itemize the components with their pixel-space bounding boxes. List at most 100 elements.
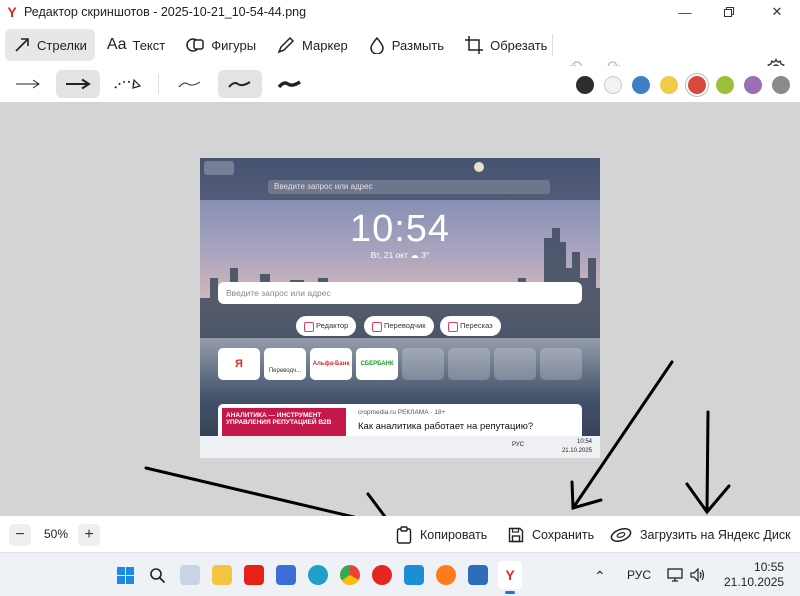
arrow-tool-icon bbox=[15, 38, 29, 52]
system-time: 10:55 bbox=[754, 560, 785, 574]
thick-stroke-icon[interactable] bbox=[268, 70, 312, 98]
title-bar: Y Редактор скриншотов - 2025-10-21_10-54… bbox=[0, 0, 800, 24]
search-icon[interactable] bbox=[149, 567, 166, 584]
upload-yandex-disk-button[interactable]: Загрузить на Яндекс Диск bbox=[610, 525, 791, 545]
tool-blur[interactable]: Размыть bbox=[360, 29, 452, 61]
file-explorer-icon[interactable] bbox=[212, 565, 232, 585]
copy-label: Копировать bbox=[420, 528, 488, 542]
minimize-icon[interactable]: — bbox=[662, 0, 708, 24]
thin-arrow-icon[interactable] bbox=[6, 70, 50, 98]
tool-shapes-label: Фигуры bbox=[211, 37, 257, 53]
store-icon[interactable] bbox=[276, 565, 296, 585]
remote-desktop-icon[interactable] bbox=[468, 565, 488, 585]
zoom-in-button[interactable]: + bbox=[78, 524, 100, 546]
windows-taskbar: Y ⌃ РУС 10:55 21.10.2025 bbox=[0, 552, 800, 596]
thick-arrow-icon[interactable] bbox=[56, 70, 100, 98]
tile-sber: СБЕРБАНК bbox=[356, 348, 398, 380]
color-swatch-blue[interactable] bbox=[632, 76, 650, 94]
copy-button[interactable]: Копировать bbox=[396, 525, 487, 545]
browser-tab-icon bbox=[204, 161, 234, 175]
chip-translator: Переводчик bbox=[364, 316, 434, 336]
color-swatch-gray[interactable] bbox=[772, 76, 790, 94]
tile-empty bbox=[402, 348, 444, 380]
tool-text[interactable]: Aa Текст bbox=[99, 29, 173, 61]
tool-shapes[interactable]: Фигуры bbox=[177, 29, 264, 61]
system-clock[interactable]: 10:55 21.10.2025 bbox=[724, 560, 784, 590]
windows-start-icon[interactable] bbox=[117, 567, 134, 584]
color-swatch-purple[interactable] bbox=[744, 76, 762, 94]
calculator-icon[interactable] bbox=[404, 565, 424, 585]
crop-tool-icon bbox=[465, 36, 484, 54]
news-headline: Как аналитика работает на репутацию? bbox=[358, 421, 534, 432]
browser-address-bar: Введите запрос или адрес bbox=[268, 180, 550, 194]
color-swatch-white[interactable] bbox=[604, 76, 622, 94]
tile-empty bbox=[540, 348, 582, 380]
text-tool-icon: Aa bbox=[106, 36, 127, 53]
tool-blur-label: Размыть bbox=[391, 37, 445, 53]
tile-empty bbox=[494, 348, 536, 380]
inner-taskbar: РУС 10:54 21.10.2025 bbox=[200, 436, 600, 458]
tool-crop-label: Обрезать bbox=[490, 37, 548, 53]
toolbar-divider bbox=[552, 34, 553, 56]
bottom-action-bar: − 50% + Копировать Сохранить Загрузить н… bbox=[0, 516, 800, 552]
news-source: cropmedia.ru РЕКЛАМА · 18+ bbox=[358, 409, 446, 416]
inner-clock-time: 10:54 bbox=[576, 439, 592, 445]
new-tab-clock: 10:54 bbox=[349, 208, 451, 250]
zoom-out-button[interactable]: − bbox=[9, 524, 31, 546]
marker-tool-icon bbox=[277, 36, 295, 54]
tile-yandex: Я bbox=[218, 348, 260, 380]
clipboard-icon bbox=[396, 526, 412, 544]
system-date: 21.10.2025 bbox=[724, 575, 785, 589]
firefox-icon[interactable] bbox=[436, 565, 456, 585]
save-button[interactable]: Сохранить bbox=[508, 525, 594, 545]
profile-avatar bbox=[474, 162, 484, 172]
yandex-browser-icon[interactable] bbox=[372, 565, 392, 585]
color-swatch-green[interactable] bbox=[716, 76, 734, 94]
tool-crop[interactable]: Обрезать bbox=[456, 29, 555, 61]
yandex-logo-icon: Y bbox=[7, 4, 17, 20]
screenshot-image[interactable]: Введите запрос или адрес 10:54 Вт, 21 ок… bbox=[200, 158, 600, 458]
edge-icon[interactable] bbox=[308, 565, 328, 585]
window-title: Редактор скриншотов - 2025-10-21_10-54-4… bbox=[24, 5, 307, 19]
shapes-tool-icon bbox=[186, 38, 204, 52]
tile-alfa: Альфа-Банк bbox=[310, 348, 352, 380]
blur-tool-icon bbox=[370, 36, 384, 54]
inner-clock: 10:54 21.10.2025 bbox=[562, 438, 592, 456]
tile-empty bbox=[448, 348, 490, 380]
save-icon bbox=[508, 527, 524, 543]
active-app-indicator bbox=[505, 591, 515, 594]
tool-options-bar bbox=[0, 66, 800, 102]
youtube-icon[interactable] bbox=[244, 565, 264, 585]
chip-retell: Пересказ bbox=[440, 316, 501, 336]
network-icon[interactable] bbox=[667, 568, 683, 582]
chrome-icon[interactable] bbox=[340, 565, 360, 585]
maximize-icon[interactable] bbox=[706, 0, 752, 24]
screenshot-editor-taskbar-icon[interactable]: Y bbox=[498, 561, 522, 589]
tool-arrows[interactable]: Стрелки bbox=[5, 29, 95, 61]
new-tab-search: Введите запрос или адрес bbox=[218, 282, 582, 304]
dotted-arrow-icon[interactable] bbox=[106, 70, 150, 98]
inner-language: РУС bbox=[512, 442, 525, 448]
chevron-up-icon[interactable]: ⌃ bbox=[594, 568, 606, 585]
color-swatch-red[interactable] bbox=[688, 76, 706, 94]
tile-translator: Переводч... bbox=[264, 348, 306, 380]
volume-icon[interactable] bbox=[690, 568, 706, 582]
language-indicator[interactable]: РУС bbox=[627, 568, 651, 582]
tool-text-label: Текст bbox=[132, 37, 166, 53]
chip-editor: Редактор bbox=[296, 316, 357, 336]
color-swatch-black[interactable] bbox=[576, 76, 594, 94]
close-icon[interactable]: ✕ bbox=[754, 0, 800, 24]
color-swatch-yellow[interactable] bbox=[660, 76, 678, 94]
medium-stroke-icon[interactable] bbox=[218, 70, 262, 98]
thin-stroke-icon[interactable] bbox=[168, 70, 212, 98]
widgets-icon[interactable] bbox=[180, 565, 200, 585]
tool-marker-label: Маркер bbox=[302, 37, 348, 53]
tool-marker[interactable]: Маркер bbox=[268, 29, 356, 61]
new-tab-date-weather: Вт, 21 окт ☁ 3° bbox=[370, 250, 430, 260]
yandex-disk-icon bbox=[610, 528, 632, 542]
tool-arrows-label: Стрелки bbox=[37, 37, 87, 53]
main-toolbar: Стрелки Aa Текст Фигуры Маркер Размыть О… bbox=[0, 24, 800, 78]
zoom-level: 50% bbox=[44, 527, 69, 541]
editor-canvas[interactable]: Введите запрос или адрес 10:54 Вт, 21 ок… bbox=[0, 102, 800, 516]
inner-clock-date: 21.10.2025 bbox=[561, 448, 592, 454]
